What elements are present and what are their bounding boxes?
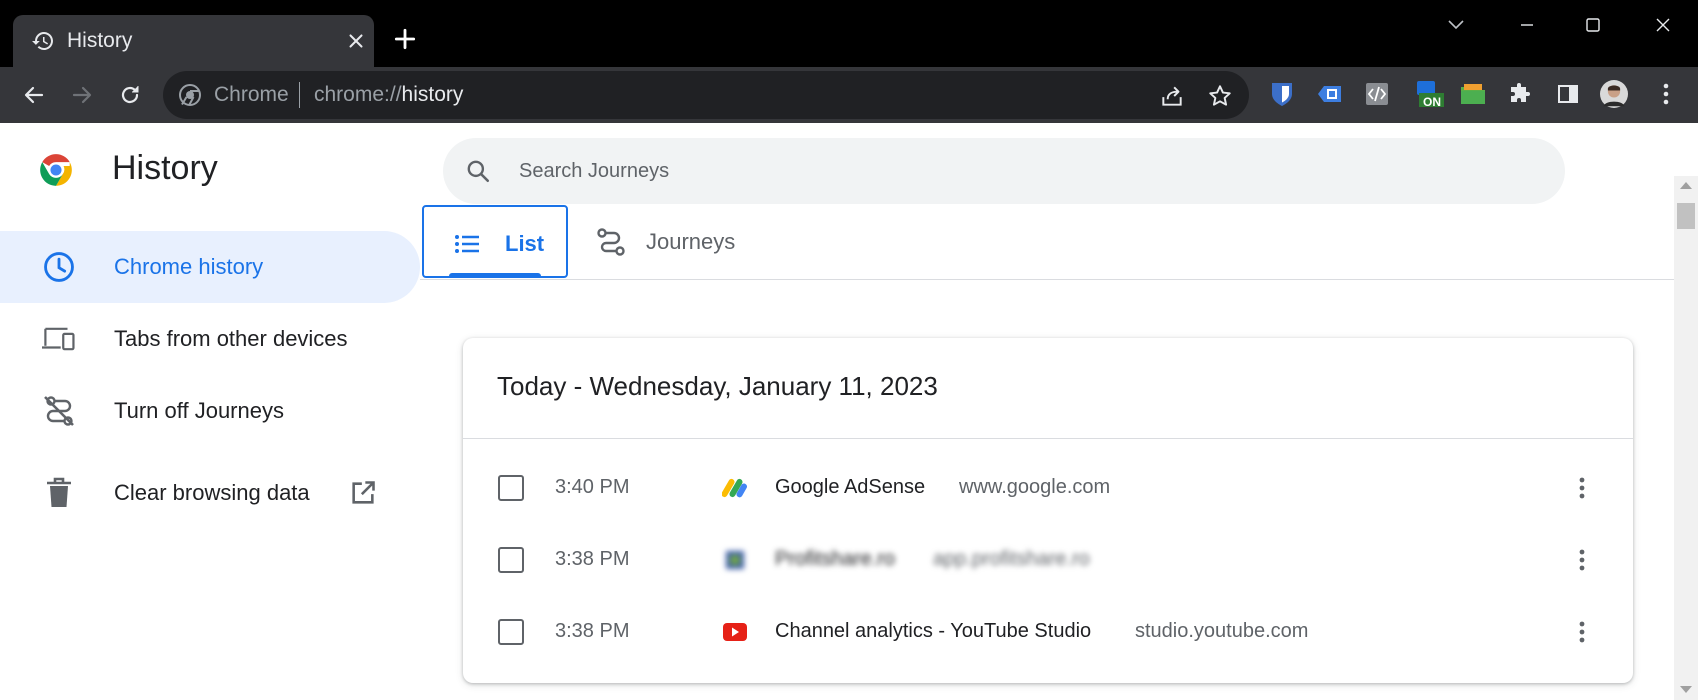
url-scheme: chrome:// xyxy=(314,83,402,106)
sidebar-item-label: Tabs from other devices xyxy=(114,326,348,351)
side-panel-icon[interactable] xyxy=(1554,80,1582,108)
scroll-up-icon[interactable] xyxy=(1680,182,1692,189)
open-external-icon xyxy=(352,481,375,504)
row-more-icon[interactable] xyxy=(1568,618,1596,646)
row-checkbox[interactable] xyxy=(498,619,524,645)
close-tab-icon[interactable] xyxy=(345,30,367,52)
avatar[interactable] xyxy=(1600,80,1628,108)
history-row[interactable]: 3:38 PM Channel analytics - YouTube Stud… xyxy=(463,598,1633,670)
row-time: 3:38 PM xyxy=(555,620,630,642)
share-icon[interactable] xyxy=(1159,83,1185,109)
journeys-icon xyxy=(597,228,625,256)
chrome-site-icon xyxy=(179,84,201,106)
scroll-thumb[interactable] xyxy=(1677,203,1695,229)
bookmark-ext-icon[interactable] xyxy=(1316,80,1344,108)
browser-tab[interactable]: History xyxy=(13,15,374,67)
tab-active-indicator xyxy=(449,273,541,278)
chrome-logo-icon xyxy=(40,154,72,186)
reload-icon xyxy=(121,86,139,104)
browser-toolbar: Chrome chrome://history ON xyxy=(0,67,1698,123)
search-bar[interactable] xyxy=(443,138,1565,204)
omnibox-separator xyxy=(299,82,300,108)
url-path: history xyxy=(401,83,464,106)
arrow-left-icon xyxy=(24,86,44,104)
row-checkbox[interactable] xyxy=(498,547,524,573)
row-more-icon[interactable] xyxy=(1568,546,1596,574)
row-time: 3:40 PM xyxy=(555,476,630,498)
journeys-off-icon xyxy=(42,394,76,428)
on-ext-icon[interactable]: ON xyxy=(1416,80,1444,109)
sidebar-item-label: Chrome history xyxy=(114,254,264,279)
history-page: History Chrome history Tabs from other d… xyxy=(0,123,1698,700)
sidebar-item-turn-off-journeys[interactable]: Turn off Journeys xyxy=(0,375,420,447)
omnibox-chip: Chrome xyxy=(214,83,289,106)
row-domain: www.google.com xyxy=(959,476,1111,498)
forward-button[interactable] xyxy=(66,79,98,111)
tab-journeys[interactable]: Journeys xyxy=(592,205,772,278)
search-input[interactable] xyxy=(519,152,1419,190)
close-window-icon[interactable] xyxy=(1640,10,1686,40)
youtube-icon xyxy=(723,623,747,641)
list-icon xyxy=(455,235,479,253)
code-ext-icon[interactable] xyxy=(1363,80,1391,108)
address-bar[interactable]: Chrome chrome://history xyxy=(163,71,1249,119)
row-title[interactable]: Channel analytics - YouTube Studio xyxy=(775,620,1091,643)
bookmark-star-icon[interactable] xyxy=(1207,83,1233,109)
date-heading: Today - Wednesday, January 11, 2023 xyxy=(497,371,938,401)
page-title: History xyxy=(112,149,218,187)
sidebar-item-tabs-other-devices[interactable]: Tabs from other devices xyxy=(0,303,420,375)
history-card: Today - Wednesday, January 11, 2023 3:40… xyxy=(463,338,1633,683)
reload-button[interactable] xyxy=(114,79,146,111)
row-checkbox[interactable] xyxy=(498,475,524,501)
clock-icon xyxy=(42,250,76,284)
sidebar-item-clear-browsing-data[interactable]: Clear browsing data xyxy=(0,457,420,529)
row-title[interactable]: Profitshare.ro xyxy=(775,548,895,571)
minimize-icon[interactable] xyxy=(1504,10,1550,40)
tab-list-label: List xyxy=(505,231,545,256)
scrollbar[interactable] xyxy=(1674,176,1698,700)
history-row[interactable]: 3:40 PM Google AdSense www.google.com xyxy=(463,454,1633,526)
devices-icon xyxy=(42,322,76,356)
trash-icon xyxy=(42,476,76,510)
folder-ext-icon[interactable] xyxy=(1459,80,1487,108)
new-tab-icon[interactable] xyxy=(392,26,418,52)
divider xyxy=(463,438,1633,439)
blurred-site-icon xyxy=(726,551,744,569)
tab-list[interactable]: List xyxy=(422,205,568,278)
bitwarden-icon[interactable] xyxy=(1268,80,1296,108)
row-more-icon[interactable] xyxy=(1568,474,1596,502)
url-text: chrome://history xyxy=(314,83,463,107)
scroll-down-icon[interactable] xyxy=(1680,686,1692,693)
row-title[interactable]: Google AdSense xyxy=(775,476,925,499)
sidebar-item-label: Clear browsing data xyxy=(114,480,310,505)
tab-journeys-label: Journeys xyxy=(646,229,736,254)
back-button[interactable] xyxy=(18,79,50,111)
sidebar-item-chrome-history[interactable]: Chrome history xyxy=(0,231,420,303)
search-icon xyxy=(467,160,490,183)
arrow-right-icon xyxy=(72,86,92,104)
history-row[interactable]: 3:38 PM Profitshare.ro app.profitshare.r… xyxy=(463,526,1633,598)
row-domain: studio.youtube.com xyxy=(1135,620,1309,642)
tab-title: History xyxy=(67,29,133,52)
row-time: 3:38 PM xyxy=(555,548,630,570)
title-bar: History xyxy=(0,0,1698,67)
adsense-icon xyxy=(722,478,747,498)
history-icon xyxy=(32,32,53,50)
view-tabs: List Journeys xyxy=(420,205,1698,280)
maximize-icon[interactable] xyxy=(1570,10,1616,40)
menu-kebab-icon[interactable] xyxy=(1652,80,1680,108)
on-badge: ON xyxy=(1423,95,1441,109)
tab-search-icon[interactable] xyxy=(1433,10,1479,40)
row-domain: app.profitshare.ro xyxy=(933,548,1090,570)
puzzle-icon[interactable] xyxy=(1506,80,1534,108)
sidebar-item-label: Turn off Journeys xyxy=(114,398,284,423)
